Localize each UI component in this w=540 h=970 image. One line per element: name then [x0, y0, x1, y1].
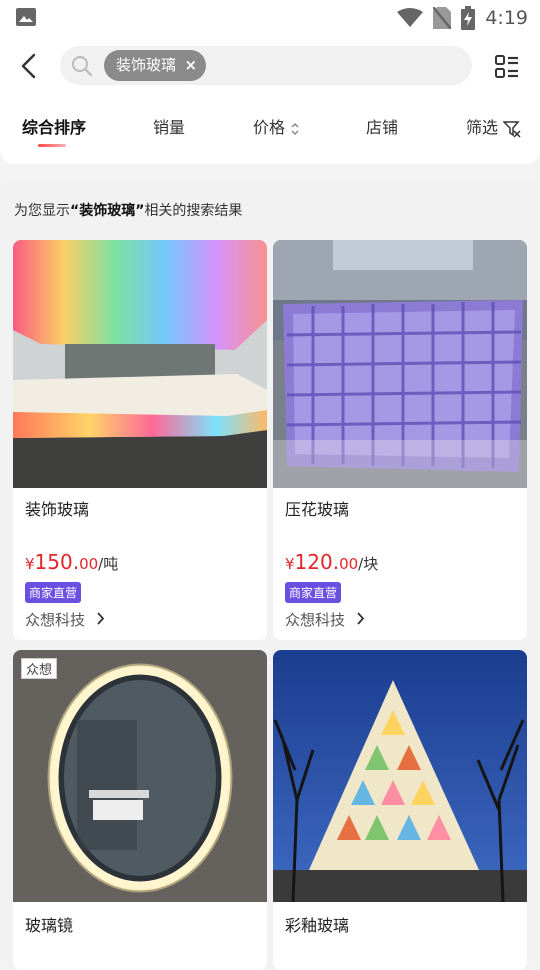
direct-sale-badge: 商家直营 — [285, 582, 342, 603]
product-image[interactable] — [13, 240, 267, 488]
shop-name: 众想科技 — [285, 611, 346, 629]
battery-charging-icon — [461, 6, 476, 30]
search-result-hint: 为您显示“装饰玻璃”相关的搜索结果 — [14, 203, 243, 219]
clock: 4:19 — [485, 7, 528, 29]
tab-price-label: 价格 — [253, 118, 286, 137]
product-image[interactable] — [273, 240, 527, 488]
product-image[interactable]: 众想 — [13, 650, 267, 902]
product-card[interactable]: 众想 玻璃镜 — [13, 650, 267, 970]
active-tab-indicator — [38, 144, 66, 147]
sort-arrows-icon — [291, 122, 299, 135]
product-price: ¥120.00/块 — [285, 550, 379, 574]
no-sim-icon — [433, 7, 452, 29]
back-icon[interactable] — [16, 52, 44, 80]
product-price: ¥150.00/吨 — [25, 550, 119, 574]
image-icon — [16, 8, 36, 26]
status-bar: 4:19 — [0, 0, 540, 36]
list-layout-icon[interactable] — [494, 54, 520, 80]
product-image[interactable] — [273, 650, 527, 902]
search-bar[interactable]: 装饰玻璃 × — [60, 46, 472, 85]
wifi-icon — [397, 8, 424, 27]
product-card[interactable]: 装饰玻璃 ¥150.00/吨 商家直营 众想科技 — [13, 240, 267, 640]
direct-sale-badge: 商家直营 — [25, 582, 82, 603]
tab-filter[interactable]: 筛选 — [466, 114, 521, 138]
shop-link[interactable]: 众想科技 — [285, 609, 365, 630]
tab-filter-label: 筛选 — [466, 118, 499, 137]
product-title: 玻璃镜 — [25, 916, 74, 935]
product-title: 彩釉玻璃 — [285, 916, 350, 935]
search-chip-label: 装饰玻璃 — [116, 56, 177, 74]
chevron-right-icon — [357, 612, 365, 625]
sort-tabs: 综合排序 销量 价格 店铺 筛选 — [0, 102, 540, 152]
product-card[interactable]: 彩釉玻璃 — [273, 650, 527, 970]
results-area: 为您显示“装饰玻璃”相关的搜索结果 装饰玻璃 ¥150.00/吨 商家直营 众想… — [0, 180, 540, 970]
product-title: 装饰玻璃 — [25, 500, 90, 519]
chip-close-icon[interactable]: × — [184, 50, 197, 81]
tab-sales[interactable]: 销量 — [153, 114, 185, 138]
shop-link[interactable]: 众想科技 — [25, 609, 105, 630]
tab-comprehensive[interactable]: 综合排序 — [22, 114, 86, 138]
tab-store[interactable]: 店铺 — [366, 114, 398, 138]
filter-icon — [502, 120, 521, 138]
header: 装饰玻璃 × 综合排序 销量 价格 店铺 筛选 — [0, 36, 540, 164]
product-card[interactable]: 压花玻璃 ¥120.00/块 商家直营 众想科技 — [273, 240, 527, 640]
search-chip[interactable]: 装饰玻璃 × — [104, 50, 207, 81]
shop-name: 众想科技 — [25, 611, 86, 629]
product-title: 压花玻璃 — [285, 500, 350, 519]
search-icon — [72, 56, 93, 77]
chevron-right-icon — [97, 612, 105, 625]
watermark-label: 众想 — [21, 658, 58, 679]
tab-price[interactable]: 价格 — [253, 114, 300, 138]
